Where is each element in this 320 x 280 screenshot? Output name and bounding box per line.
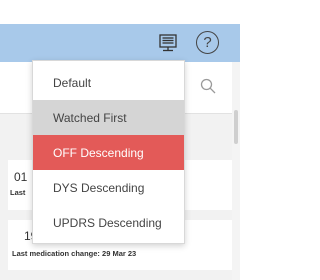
sort-option-watched-first[interactable]: Watched First <box>33 100 184 135</box>
monitor-icon[interactable] <box>158 33 178 53</box>
sort-option-off-descending[interactable]: OFF Descending <box>33 135 184 170</box>
sort-option-dys-descending[interactable]: DYS Descending <box>33 170 184 205</box>
last-medication-change: Last medication change: 29 Mar 23 <box>12 249 137 258</box>
sort-option-updrs-descending[interactable]: UPDRS Descending <box>33 205 184 240</box>
last-medication-change: Last <box>10 188 26 197</box>
search-icon[interactable] <box>200 78 216 94</box>
scrollbar[interactable] <box>232 62 240 280</box>
sort-dropdown-menu: Default Watched First OFF Descending DYS… <box>32 60 185 244</box>
patient-number: 01 <box>14 170 28 184</box>
sort-option-default[interactable]: Default <box>33 65 184 100</box>
help-icon[interactable]: ? <box>196 31 219 54</box>
app-header: ? <box>0 24 240 62</box>
scrollbar-thumb[interactable] <box>234 110 238 144</box>
